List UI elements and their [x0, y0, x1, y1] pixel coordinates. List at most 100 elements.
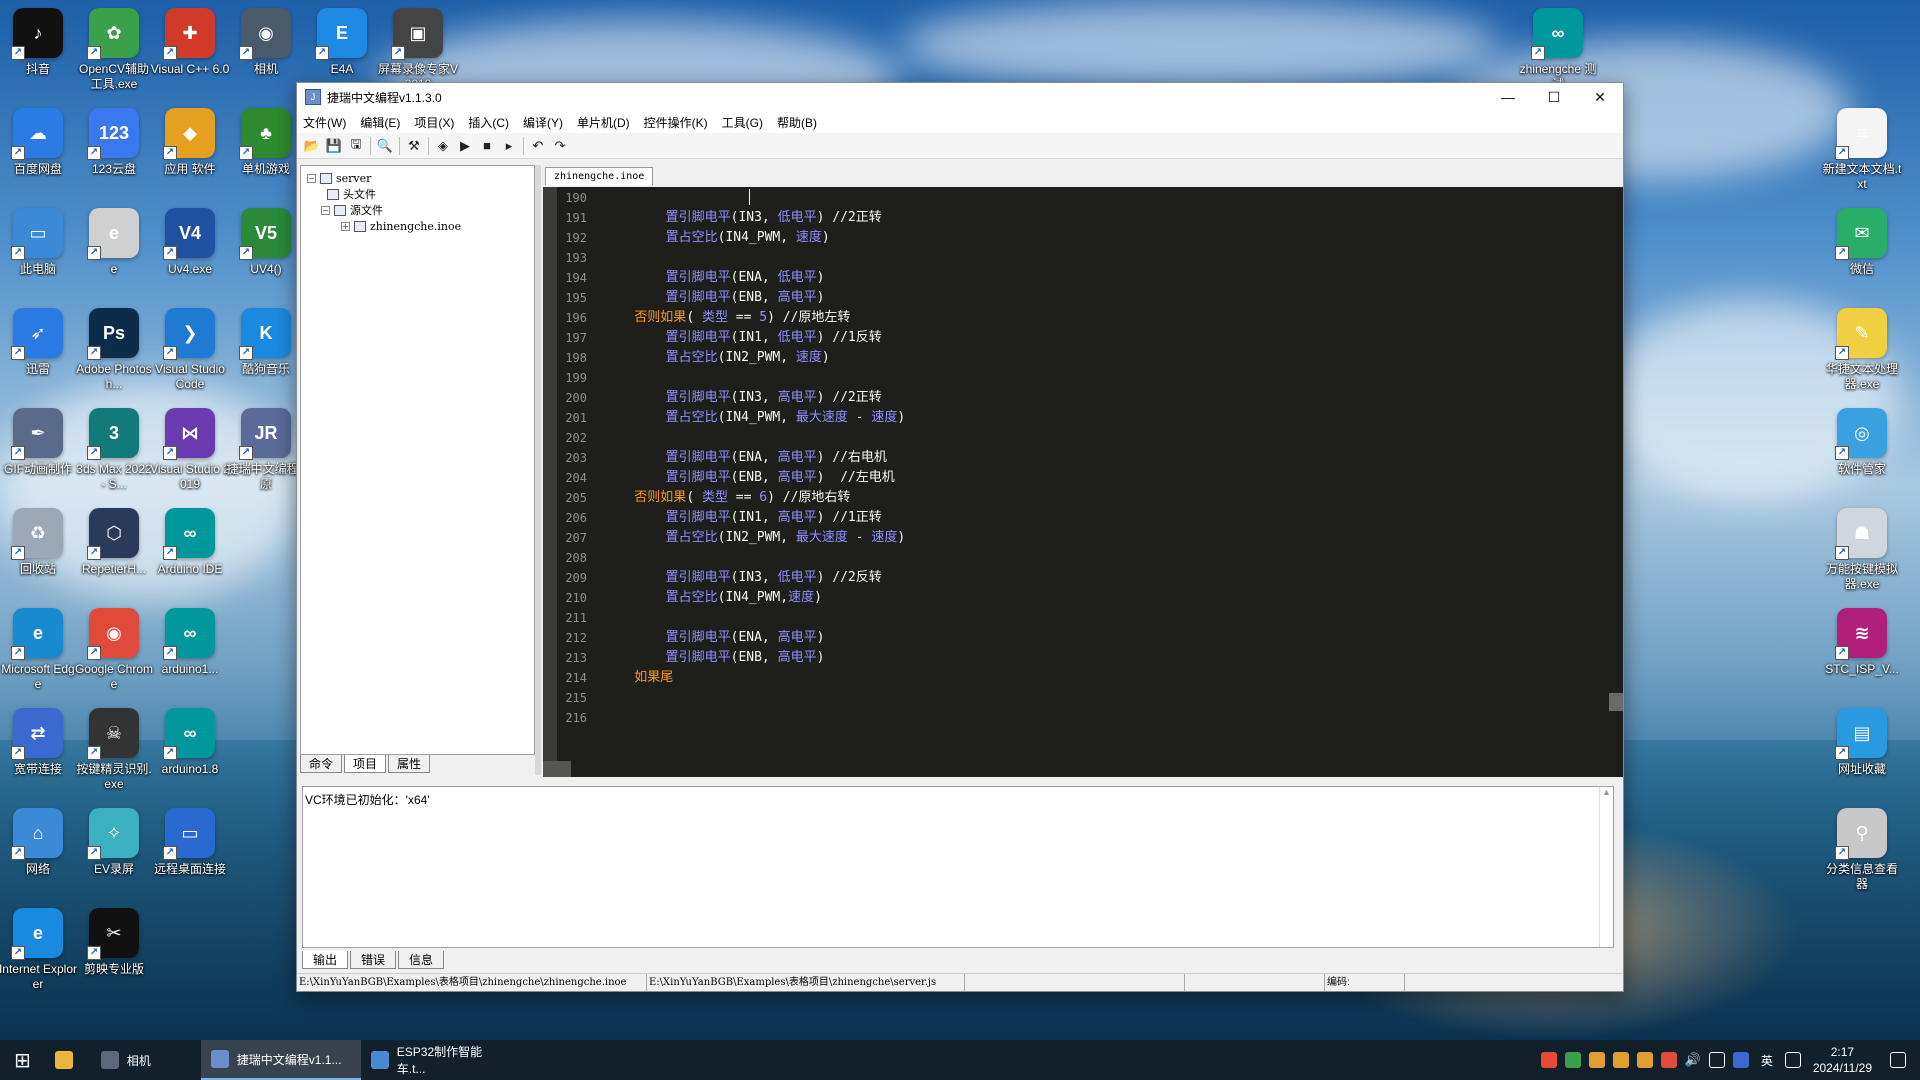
maximize-button[interactable]: ☐	[1531, 83, 1577, 111]
undo-icon[interactable]: ↶	[527, 135, 549, 157]
code-line[interactable]: 198 置占空比(IN2_PWM, 速度)	[543, 348, 1623, 368]
desktop-icon[interactable]: ⬡ ↗ RepetierH...	[76, 508, 152, 577]
desktop-icon[interactable]: e ↗ Internet Explorer	[0, 908, 77, 992]
desktop-icon[interactable]: ✂ ↗ 剪映专业版	[76, 908, 152, 977]
editor-tab[interactable]: zhinengche.inoe	[545, 167, 654, 185]
tree-node-headers[interactable]: 头文件	[307, 186, 528, 202]
menu-item[interactable]: 项目(X)	[414, 114, 454, 131]
desktop-icon[interactable]: ≋ ↗ STC_ISP_V...	[1824, 608, 1900, 677]
code-line[interactable]: 214 如果尾	[543, 668, 1623, 688]
tab-output[interactable]: 输出	[302, 951, 349, 969]
desktop-icon[interactable]: ✧ ↗ EV录屏	[76, 808, 152, 877]
desktop-icon[interactable]: ☁ ↗ 百度网盘	[0, 108, 76, 177]
open-icon[interactable]: 📂	[301, 135, 323, 157]
desktop-icon[interactable]: JR ↗ 捷瑞中文编程_原	[227, 408, 305, 492]
desktop-icon[interactable]: K ↗ 酷狗音乐	[228, 308, 304, 377]
tray-app-icon[interactable]	[1588, 1052, 1605, 1068]
editor-horizontal-scrollbar[interactable]	[543, 761, 571, 777]
code-line[interactable]: 197 置引脚电平(IN1, 低电平) //1反转	[543, 328, 1623, 348]
step-icon[interactable]: ▸	[498, 135, 520, 157]
tray-app-icon[interactable]	[1660, 1052, 1677, 1068]
tab-command[interactable]: 命令	[300, 755, 343, 773]
minimize-button[interactable]: —	[1485, 83, 1531, 111]
expand-icon[interactable]: +	[341, 221, 350, 231]
stop-icon[interactable]: ■	[476, 135, 498, 157]
start-button[interactable]: ⊞	[0, 1040, 45, 1080]
code-line[interactable]: 211	[543, 608, 1623, 628]
menu-item[interactable]: 编辑(E)	[360, 114, 400, 131]
desktop-icon[interactable]: ☗ ↗ 万能按键模拟器.exe	[1824, 508, 1900, 592]
desktop-icon[interactable]: ◉ ↗ 相机	[228, 8, 304, 77]
title-bar[interactable]: J 捷瑞中文编程v1.1.3.0 — ☐ ✕	[297, 83, 1623, 111]
desktop-icon[interactable]: ◆ ↗ 应用 软件	[152, 108, 228, 177]
code-line[interactable]: 192 置占空比(IN4_PWM, 速度)	[543, 228, 1623, 248]
menu-item[interactable]: 单片机(D)	[577, 114, 630, 131]
tree-node-sources[interactable]: − 源文件	[307, 202, 528, 218]
collapse-icon[interactable]: −	[307, 173, 316, 183]
desktop-icon[interactable]: 123 ↗ 123云盘	[76, 108, 152, 177]
code-line[interactable]: 199	[543, 368, 1623, 388]
desktop-icon[interactable]: ✿ ↗ OpenCV辅助工具.exe	[76, 8, 152, 92]
output-scrollbar[interactable]: ▲	[1599, 787, 1613, 947]
code-line[interactable]: 193	[543, 248, 1623, 268]
desktop-icon[interactable]: e ↗ Microsoft Edge	[0, 608, 76, 692]
desktop-icon[interactable]: ⌂ ↗ 网络	[0, 808, 76, 877]
code-line[interactable]: 196 否则如果( 类型 == 5) //原地左转	[543, 308, 1623, 328]
desktop-icon[interactable]: ♣ ↗ 单机游戏	[228, 108, 304, 177]
code-line[interactable]: 191 置引脚电平(IN3, 低电平) //2正转	[543, 208, 1623, 228]
volume-icon[interactable]: 🔊	[1685, 1052, 1701, 1068]
code-line[interactable]: 201 置占空比(IN4_PWM, 最大速度 - 速度)	[543, 408, 1623, 428]
panel-splitter[interactable]	[535, 165, 541, 775]
tray-app-icon[interactable]	[1636, 1052, 1653, 1068]
desktop-icon[interactable]: 3 ↗ 3ds Max 2022 - S...	[76, 408, 152, 492]
save-all-icon[interactable]: 🖫	[345, 135, 367, 157]
ime-mode-icon[interactable]	[1784, 1052, 1801, 1068]
collapse-icon[interactable]: −	[321, 205, 330, 215]
close-button[interactable]: ✕	[1577, 83, 1623, 111]
desktop-icon[interactable]: ▣↗屏幕录像专家V2019	[378, 8, 458, 92]
code-line[interactable]: 194 置引脚电平(ENA, 低电平)	[543, 268, 1623, 288]
menu-item[interactable]: 工具(G)	[722, 114, 763, 131]
menu-item[interactable]: 控件操作(K)	[644, 114, 708, 131]
tree-node-file[interactable]: + zhinengche.inoe	[307, 218, 528, 234]
desktop-icon[interactable]: ▭ ↗ 此电脑	[0, 208, 76, 277]
desktop-icon[interactable]: ❯ ↗ Visual Studio Code	[152, 308, 228, 392]
code-line[interactable]: 204 置引脚电平(ENB, 高电平) //左电机	[543, 468, 1623, 488]
desktop-icon[interactable]: ⚲ ↗ 分类信息查看器	[1824, 808, 1900, 892]
redo-icon[interactable]: ↷	[549, 135, 571, 157]
tab-errors[interactable]: 错误	[350, 951, 397, 969]
desktop-icon[interactable]: ✒ ↗ GIF动画制作	[0, 408, 76, 477]
code-line[interactable]: 207 置占空比(IN2_PWM, 最大速度 - 速度)	[543, 528, 1623, 548]
desktop-icon[interactable]: ✚ ↗ Visual C++ 6.0	[151, 8, 229, 77]
code-line[interactable]: 200 置引脚电平(IN3, 高电平) //2正转	[543, 388, 1623, 408]
taskbar-item[interactable]: 相机	[91, 1040, 201, 1080]
desktop-icon[interactable]: ♻ ↗ 回收站	[0, 508, 76, 577]
code-line[interactable]: 202	[543, 428, 1623, 448]
nvidia-icon[interactable]	[1564, 1052, 1581, 1068]
notification-icon[interactable]	[1890, 1052, 1906, 1068]
network-icon[interactable]	[1708, 1052, 1725, 1068]
desktop-icon[interactable]: Ps ↗ Adobe Photosh...	[76, 308, 152, 392]
desktop-icon[interactable]: V5 ↗ UV4()	[228, 208, 304, 277]
desktop-icon[interactable]: ◎ ↗ 软件管家	[1824, 408, 1900, 477]
desktop-icon[interactable]: ▭ ↗ 远程桌面连接	[152, 808, 228, 877]
ime-indicator[interactable]: 英	[1761, 1052, 1773, 1069]
desktop-icon[interactable]: ▤ ↗ 网址收藏	[1824, 708, 1900, 777]
clock[interactable]: 2:17 2024/11/29	[1813, 1044, 1872, 1076]
tab-info[interactable]: 信息	[398, 951, 445, 969]
taskbar-item[interactable]: ESP32制作智能车.t...	[361, 1040, 521, 1080]
code-line[interactable]: 210 置占空比(IN4_PWM,速度)	[543, 588, 1623, 608]
menu-item[interactable]: 文件(W)	[303, 114, 346, 131]
compile-icon[interactable]: ◈	[432, 135, 454, 157]
code-line[interactable]: 216	[543, 708, 1623, 728]
tree-root[interactable]: − server	[307, 170, 528, 186]
tray-app-icon[interactable]	[1540, 1052, 1557, 1068]
file-explorer-button[interactable]	[45, 1040, 91, 1080]
tab-properties[interactable]: 属性	[388, 755, 431, 773]
run-icon[interactable]: ▶	[454, 135, 476, 157]
menu-item[interactable]: 插入(C)	[468, 114, 509, 131]
code-line[interactable]: 208	[543, 548, 1623, 568]
find-icon[interactable]: 🔍	[374, 135, 396, 157]
desktop-icon[interactable]: ∞ ↗ arduino1.8	[152, 708, 228, 777]
desktop-icon[interactable]: ◉ ↗ Google Chrome	[75, 608, 153, 692]
